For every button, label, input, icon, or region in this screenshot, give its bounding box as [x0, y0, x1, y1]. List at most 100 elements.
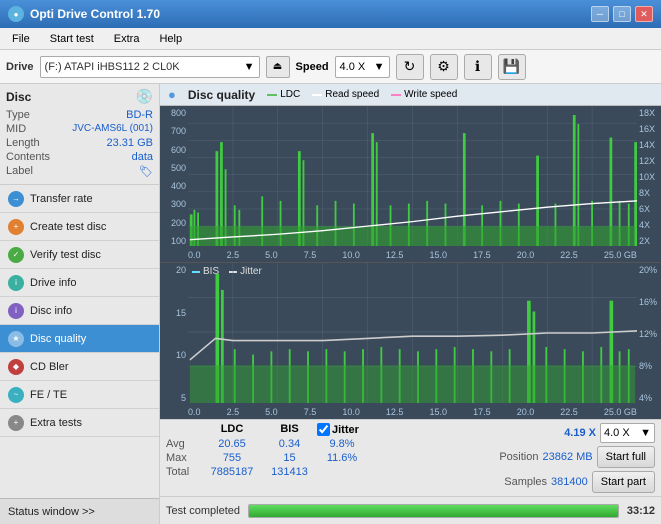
- drive-value: (F:) ATAPI iHBS112 2 CL0K: [45, 61, 180, 73]
- jitter-checkbox[interactable]: [317, 423, 330, 436]
- position-row: Position 23862 MB Start full: [499, 446, 655, 468]
- read-speed-legend: Read speed: [312, 89, 379, 100]
- stats-area: LDC BIS Jitter Avg 20.65 0.34 9.8% Max 7…: [160, 419, 661, 496]
- sidebar-item-disc-info[interactable]: i Disc info: [0, 297, 159, 325]
- speed-value: 4.0 X: [340, 61, 366, 73]
- menu-file[interactable]: File: [4, 31, 38, 47]
- max-ldc: 755: [202, 452, 262, 464]
- chart-title: Disc quality: [188, 88, 255, 102]
- label-label: Label: [6, 165, 33, 178]
- speed-row: 4.19 X 4.0 X ▼: [564, 423, 655, 443]
- disc-panel: Disc 💿 Type BD-R MID JVC-AMS6L (001) Len…: [0, 84, 159, 185]
- menu-bar: File Start test Extra Help: [0, 28, 661, 50]
- lower-chart-y-labels-right: 20%16%12%8%4%: [637, 263, 661, 403]
- type-value: BD-R: [126, 109, 153, 121]
- sidebar-item-transfer-rate[interactable]: → Transfer rate: [0, 185, 159, 213]
- speed-label: Speed: [296, 61, 329, 73]
- total-label: Total: [166, 466, 202, 478]
- disc-panel-title: Disc: [6, 90, 31, 104]
- sidebar-item-disc-quality[interactable]: ★ Disc quality: [0, 325, 159, 353]
- settings-button[interactable]: ⚙: [430, 54, 458, 80]
- menu-help[interactable]: Help: [151, 31, 190, 47]
- create-test-disc-label: Create test disc: [30, 221, 106, 233]
- extra-tests-label: Extra tests: [30, 417, 82, 429]
- bis-col-header: BIS: [262, 423, 317, 436]
- disc-icon: 💿: [136, 88, 153, 105]
- chart-header: ● Disc quality LDC Read speed Write spee…: [160, 84, 661, 106]
- avg-label: Avg: [166, 438, 202, 450]
- window-controls: ─ □ ✕: [591, 6, 653, 22]
- length-value: 23.31 GB: [107, 137, 153, 149]
- drive-dropdown-arrow: ▼: [244, 61, 255, 73]
- disc-info-label: Disc info: [30, 305, 72, 317]
- create-test-disc-icon: +: [8, 219, 24, 235]
- drive-label: Drive: [6, 61, 34, 73]
- drive-selector[interactable]: (F:) ATAPI iHBS112 2 CL0K ▼: [40, 56, 260, 78]
- right-controls: 4.19 X 4.0 X ▼ Position 23862 MB Start f…: [499, 423, 655, 493]
- stats-header-row: LDC BIS Jitter: [166, 423, 491, 436]
- jitter-col-header: Jitter: [332, 424, 359, 436]
- minimize-button[interactable]: ─: [591, 6, 609, 22]
- status-window-button[interactable]: Status window >>: [0, 498, 159, 524]
- speed-dropdown-value: 4.0 X: [604, 427, 630, 439]
- position-value: 23862 MB: [542, 451, 592, 463]
- save-button[interactable]: 💾: [498, 54, 526, 80]
- sidebar-item-verify-test-disc[interactable]: ✓ Verify test disc: [0, 241, 159, 269]
- sidebar-item-cd-bler[interactable]: ◆ CD Bler: [0, 353, 159, 381]
- drive-info-icon: i: [8, 275, 24, 291]
- main-layout: Disc 💿 Type BD-R MID JVC-AMS6L (001) Len…: [0, 84, 661, 524]
- max-bis: 15: [262, 452, 317, 464]
- verify-test-disc-label: Verify test disc: [30, 249, 101, 261]
- type-label: Type: [6, 109, 30, 121]
- contents-value: data: [132, 151, 153, 163]
- refresh-button[interactable]: ↻: [396, 54, 424, 80]
- start-part-button[interactable]: Start part: [592, 471, 655, 493]
- write-speed-legend-dot: [391, 94, 401, 96]
- length-label: Length: [6, 137, 40, 149]
- maximize-button[interactable]: □: [613, 6, 631, 22]
- menu-extra[interactable]: Extra: [106, 31, 148, 47]
- total-bis: 131413: [262, 466, 317, 478]
- samples-label: Samples: [504, 476, 547, 488]
- progress-section: Test completed 33:12: [160, 496, 661, 524]
- avg-row: Avg 20.65 0.34 9.8%: [166, 438, 491, 450]
- sidebar-item-create-test-disc[interactable]: + Create test disc: [0, 213, 159, 241]
- cd-bler-icon: ◆: [8, 359, 24, 375]
- upper-chart-y-labels-left: 800700600500400300200100: [160, 106, 188, 246]
- lower-chart-y-labels-left: 2015105: [160, 263, 188, 403]
- close-button[interactable]: ✕: [635, 6, 653, 22]
- eject-button[interactable]: ⏏: [266, 56, 290, 78]
- progress-bar: [248, 504, 619, 518]
- contents-label: Contents: [6, 151, 50, 163]
- cd-bler-label: CD Bler: [30, 361, 69, 373]
- position-label: Position: [499, 451, 538, 463]
- speed-selector[interactable]: 4.0 X ▼: [335, 56, 390, 78]
- fe-te-icon: ~: [8, 387, 24, 403]
- ldc-legend-label: LDC: [280, 89, 300, 100]
- avg-bis: 0.34: [262, 438, 317, 450]
- upper-chart-x-labels: 0.02.55.07.510.012.515.017.520.022.525.0…: [188, 250, 637, 260]
- speed-dropdown[interactable]: 4.0 X ▼: [600, 423, 655, 443]
- start-full-button[interactable]: Start full: [597, 446, 655, 468]
- transfer-rate-icon: →: [8, 191, 24, 207]
- ldc-legend: LDC: [267, 89, 300, 100]
- toolbar: Drive (F:) ATAPI iHBS112 2 CL0K ▼ ⏏ Spee…: [0, 50, 661, 84]
- mid-value: JVC-AMS6L (001): [72, 123, 153, 135]
- lower-chart: BIS Jitter 2015105 20%16%12%8%4%: [160, 263, 661, 419]
- info-button[interactable]: ℹ: [464, 54, 492, 80]
- menu-start-test[interactable]: Start test: [42, 31, 102, 47]
- write-speed-legend-label: Write speed: [404, 89, 457, 100]
- upper-chart: 800700600500400300200100 18X16X14X12X10X…: [160, 106, 661, 263]
- verify-test-disc-icon: ✓: [8, 247, 24, 263]
- sidebar-item-extra-tests[interactable]: + Extra tests: [0, 409, 159, 437]
- read-speed-legend-dot: [312, 94, 322, 96]
- sidebar-item-fe-te[interactable]: ~ FE / TE: [0, 381, 159, 409]
- content-area: ● Disc quality LDC Read speed Write spee…: [160, 84, 661, 524]
- app-title: Opti Drive Control 1.70: [30, 7, 160, 21]
- speed-dropdown-arrow: ▼: [374, 61, 385, 73]
- disc-quality-icon: ★: [8, 331, 24, 347]
- sidebar-item-drive-info[interactable]: i Drive info: [0, 269, 159, 297]
- jitter-header-group: Jitter: [317, 423, 359, 436]
- upper-chart-svg: [188, 106, 637, 246]
- fe-te-label: FE / TE: [30, 389, 67, 401]
